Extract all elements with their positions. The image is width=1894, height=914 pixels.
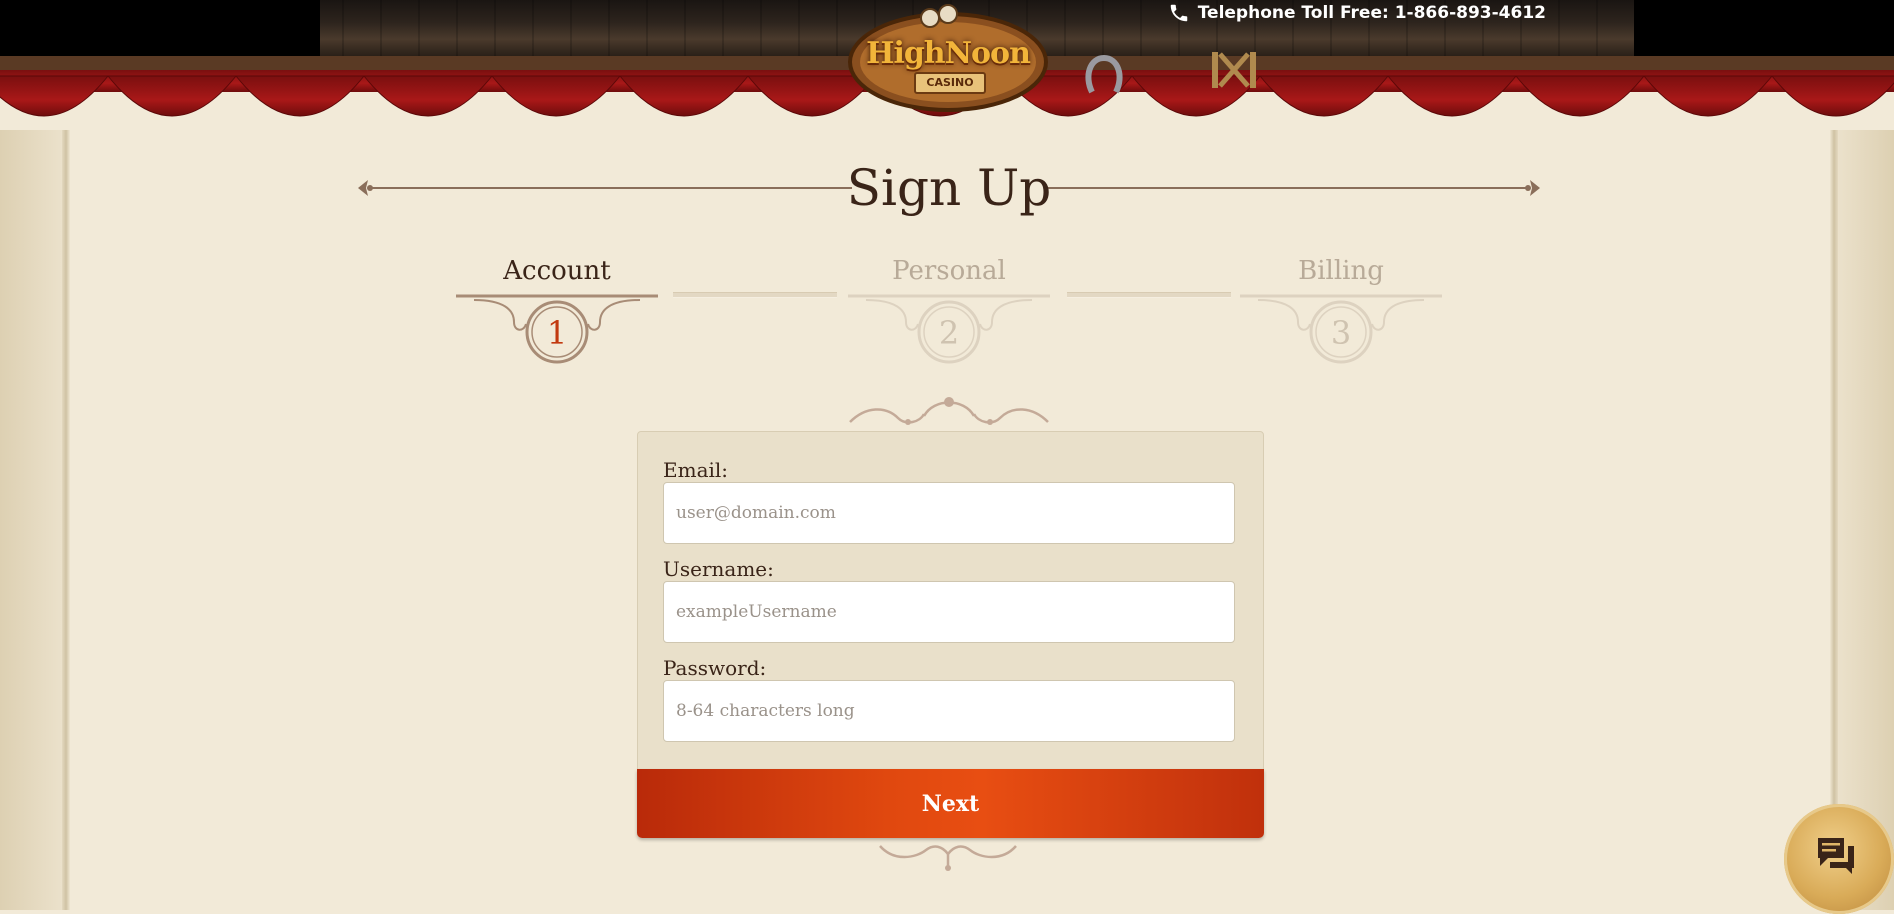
step-connector xyxy=(673,292,837,298)
step-connector xyxy=(1067,292,1231,298)
phone-contact[interactable]: Telephone Toll Free: 1-866-893-4612 xyxy=(1168,2,1546,24)
step-number: 3 xyxy=(1331,314,1351,352)
curtain-swag xyxy=(1386,75,1518,117)
chat-icon xyxy=(1818,838,1854,874)
curtain-swag xyxy=(618,75,750,117)
email-field[interactable] xyxy=(663,482,1235,544)
step-personal[interactable]: Personal 2 xyxy=(844,254,1054,368)
phone-icon xyxy=(1170,4,1187,22)
curtain-swag xyxy=(0,75,110,117)
step-label: Billing xyxy=(1298,256,1384,286)
form-top-ornament xyxy=(849,397,1049,425)
password-field[interactable] xyxy=(663,680,1235,742)
step-account[interactable]: Account 1 xyxy=(452,254,662,368)
curtain-swag xyxy=(362,75,494,117)
top-bar-left-shade xyxy=(0,0,320,56)
curtain-swag xyxy=(490,75,622,117)
email-label: Email: xyxy=(663,458,729,482)
logo-text: HighNoon xyxy=(866,36,1031,71)
curtain-swag xyxy=(106,75,238,117)
page-side-right xyxy=(1838,130,1894,910)
brand-logo[interactable]: HighNoon CASINO xyxy=(844,2,1052,118)
step-billing[interactable]: Billing 3 xyxy=(1236,254,1446,368)
curtain-swag xyxy=(234,75,366,117)
form-bottom-ornament xyxy=(879,845,1017,871)
fence-icon xyxy=(1212,52,1256,88)
curtain-swag xyxy=(1258,75,1390,117)
title-row: Sign Up xyxy=(356,158,1542,218)
curtain-swag xyxy=(1514,75,1646,117)
password-label: Password: xyxy=(663,656,767,680)
step-ornament: 1 xyxy=(456,294,658,364)
step-number: 2 xyxy=(939,314,959,352)
step-ornament: 3 xyxy=(1240,294,1442,364)
horseshoe-icon xyxy=(1085,54,1123,94)
username-field[interactable] xyxy=(663,581,1235,643)
step-label: Personal xyxy=(892,256,1006,286)
step-ornament: 2 xyxy=(848,294,1050,364)
curtain-swag xyxy=(1770,75,1894,117)
username-label: Username: xyxy=(663,557,774,581)
signup-form: Email: Username: Password: xyxy=(637,431,1264,771)
chat-launcher[interactable] xyxy=(1784,804,1894,914)
logo-subtext: CASINO xyxy=(914,72,986,94)
page-frame-right xyxy=(1830,130,1838,910)
page-title: Sign Up xyxy=(846,159,1052,217)
next-button[interactable]: Next xyxy=(637,769,1264,838)
top-bar-right-shade xyxy=(1634,0,1894,56)
phone-label: Telephone Toll Free: 1-866-893-4612 xyxy=(1197,3,1546,23)
page-side-left xyxy=(0,130,62,910)
curtain-swag xyxy=(1642,75,1774,117)
step-number: 1 xyxy=(547,314,567,352)
step-label: Account xyxy=(503,256,611,286)
page-frame-left xyxy=(62,130,70,910)
